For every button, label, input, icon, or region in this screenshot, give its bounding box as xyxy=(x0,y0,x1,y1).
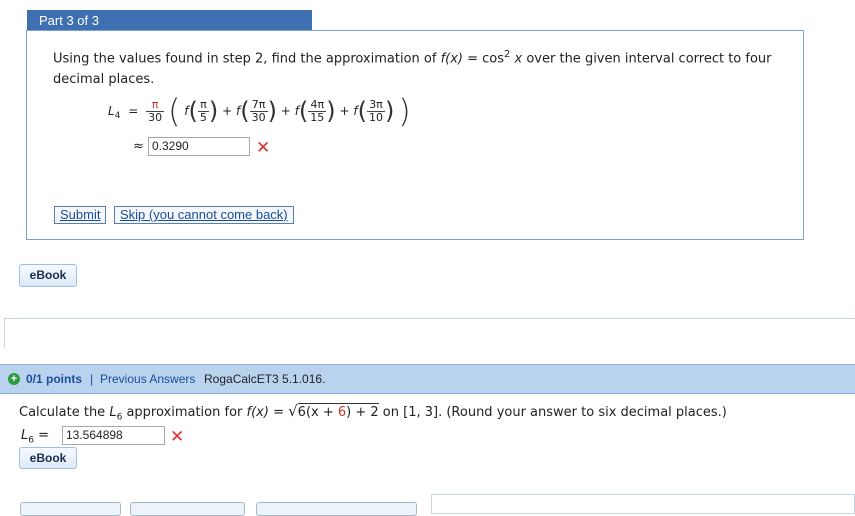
question-text: Using the values found in step 2, find t… xyxy=(53,51,441,67)
x-mark-icon: ✕ xyxy=(256,138,271,158)
part-header: Part 3 of 3 xyxy=(27,10,312,31)
part-question: Using the values found in step 2, find t… xyxy=(53,44,793,90)
formula-term-2: 7π 30 xyxy=(249,97,268,124)
skip-button[interactable]: Skip (you cannot come back) xyxy=(114,206,294,224)
formula-lhs: L xyxy=(108,104,115,118)
part-title: Part 3 of 3 xyxy=(39,13,99,28)
formula-term-1: π5 xyxy=(197,97,209,124)
submit-button[interactable]: Submit xyxy=(54,206,107,224)
answer-input[interactable]: 0.3290 xyxy=(148,137,250,156)
question2-text: Calculate the L6 approximation for f(x) … xyxy=(19,402,727,423)
bottom-panel xyxy=(431,494,855,514)
question-x: x xyxy=(510,51,523,67)
points-label: 0/1 points xyxy=(26,372,83,386)
section-divider xyxy=(4,318,855,319)
section-divider-vertical xyxy=(4,318,5,348)
previous-answers-link[interactable]: Previous Answers xyxy=(100,365,195,393)
question-fx: f(x) xyxy=(440,51,463,67)
formula-term-3: 4π 15 xyxy=(308,97,327,124)
formula-plus: + xyxy=(222,104,233,118)
bottom-button-1[interactable] xyxy=(20,502,121,516)
formula-eq: = xyxy=(128,104,139,118)
formula-lhs-sub: 4 xyxy=(114,110,121,121)
formula-coefficient: π 30 xyxy=(146,97,165,124)
approx-symbol: ≈ xyxy=(133,139,144,154)
riemann-formula: L4 = π 30 ( f(π 5) + f(7π 30) + f(4π 15) + f… xyxy=(108,92,411,130)
answer2-input[interactable]: 13.564898 xyxy=(62,426,165,445)
answer2-label: L6 = xyxy=(21,428,50,446)
formula-term-4: 3π 10 xyxy=(367,97,385,124)
ebook-button-2[interactable]: eBook xyxy=(19,447,77,469)
bottom-button-2[interactable] xyxy=(130,502,245,516)
header-separator: | xyxy=(90,372,94,386)
formula-open-paren: ( xyxy=(167,92,181,130)
x-mark-icon: ✕ xyxy=(170,427,185,447)
bottom-button-3[interactable] xyxy=(256,502,417,516)
question-eq: = cos xyxy=(462,51,505,67)
formula-close-paren: ) xyxy=(398,92,411,130)
question-code: RogaCalcET3 5.1.016. xyxy=(204,372,326,386)
question2-header: + 0/1 points | Previous Answers RogaCalc… xyxy=(0,364,855,394)
plus-circle-icon[interactable]: + xyxy=(8,373,20,385)
ebook-button[interactable]: eBook xyxy=(19,264,77,287)
